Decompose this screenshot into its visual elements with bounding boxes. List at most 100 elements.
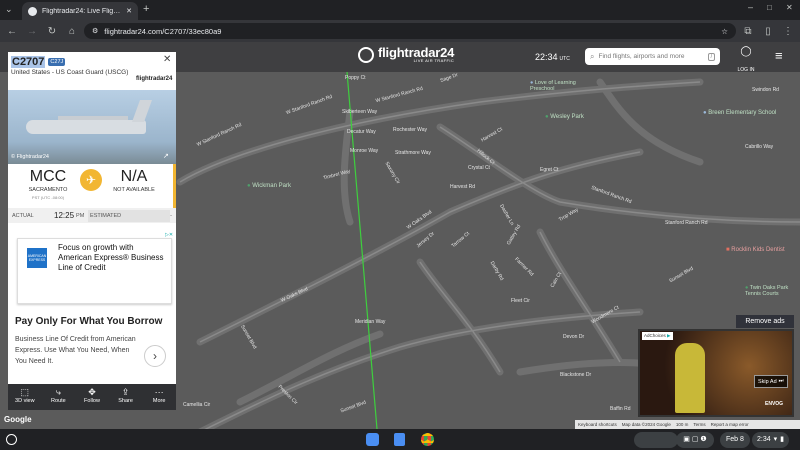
new-tab-icon[interactable]: + bbox=[143, 3, 149, 15]
tab-follow[interactable]: ✥ Follow bbox=[75, 384, 109, 410]
search-box[interactable]: ⌕ Find flights, airports and more / bbox=[585, 48, 720, 65]
street-label: Baffin Rd bbox=[610, 406, 631, 412]
tray-status-pill[interactable] bbox=[634, 432, 678, 448]
user-icon: ◯ bbox=[740, 46, 752, 57]
street-label: Cabrillo Way bbox=[745, 144, 774, 150]
home-icon[interactable]: ⌂ bbox=[64, 23, 80, 39]
route-icon: ⤷ bbox=[55, 387, 61, 397]
clock-zone: UTC bbox=[559, 56, 570, 62]
search-shortcut-key: / bbox=[707, 52, 715, 61]
street-label: Harvest Rd bbox=[450, 184, 476, 190]
poi-name: Wickman Park bbox=[252, 183, 291, 189]
tab-search-icon[interactable]: ⌄ bbox=[5, 4, 13, 15]
reload-icon[interactable]: ↻ bbox=[44, 23, 60, 39]
browser-tab[interactable]: Flightradar24: Live Flight Tracker ✕ bbox=[22, 2, 138, 20]
park-icon: ● bbox=[545, 114, 549, 120]
poi-marker[interactable]: ● Twin Oaks Park Tennis Courts bbox=[745, 285, 800, 297]
follow-icon: ✥ bbox=[88, 387, 96, 397]
os-shelf: ▣ ▢ ❶ Feb 8 2:34 ▾ ▮ bbox=[0, 430, 800, 450]
poi-marker[interactable]: ● Wickman Park bbox=[247, 183, 291, 189]
tab-label: 3D view bbox=[15, 398, 35, 404]
tab-label: Follow bbox=[84, 398, 100, 404]
system-tray[interactable]: 2:34 ▾ ▮ bbox=[752, 432, 789, 448]
close-tab-icon[interactable]: ✕ bbox=[126, 7, 132, 15]
site-info-icon[interactable]: ⚙ bbox=[92, 27, 98, 35]
fr24-logo[interactable]: flightradar24 LIVE AIR TRAFFIC bbox=[358, 46, 454, 63]
plane-icon: ✈ bbox=[80, 169, 102, 191]
close-window-icon[interactable]: ✕ bbox=[786, 3, 793, 12]
chrome-app-icon[interactable] bbox=[421, 433, 434, 446]
terms-link[interactable]: Terms bbox=[693, 422, 705, 427]
operator-name: United States - US Coast Guard (USCG) bbox=[11, 69, 129, 76]
street-label: Camellia Cir bbox=[183, 402, 211, 408]
flightradar-favicon-icon bbox=[28, 6, 37, 16]
minimize-window-icon[interactable]: – bbox=[748, 2, 753, 12]
extensions-icon[interactable]: ⧉ bbox=[740, 23, 756, 39]
street-label: Strathmore Way bbox=[395, 150, 431, 156]
report-error-link[interactable]: Report a map error bbox=[711, 422, 749, 427]
files-app-icon[interactable] bbox=[366, 433, 379, 446]
street-label: Blackstone Dr bbox=[560, 372, 592, 378]
hamburger-menu-icon[interactable]: ≡ bbox=[775, 48, 783, 63]
destination-code: N/A bbox=[120, 168, 148, 185]
wifi-icon: ▾ bbox=[773, 436, 778, 443]
tab-more[interactable]: ··· More bbox=[142, 384, 176, 410]
tab-share[interactable]: ⇪ Share bbox=[109, 384, 143, 410]
tab-3d-view[interactable]: ⬚ 3D view bbox=[8, 384, 42, 410]
street-label: Egret Ct bbox=[540, 167, 559, 173]
launcher-icon[interactable] bbox=[6, 434, 17, 445]
ad-title: Focus on growth with American Express® B… bbox=[58, 243, 164, 272]
shelf-time: 2:34 bbox=[757, 436, 771, 443]
map-data-text: Map data ©2024 Google bbox=[621, 422, 671, 427]
scale-text[interactable]: 100 m bbox=[676, 422, 689, 427]
remove-ads-button[interactable]: Remove ads bbox=[736, 315, 794, 328]
poi-marker[interactable]: ● Wesley Park bbox=[545, 114, 584, 120]
route-section: MCC SACRAMENTO PST (UTC -08:00) ✈ N/A NO… bbox=[8, 164, 176, 208]
tray-notifications[interactable]: ▣ ▢ ❶ bbox=[676, 432, 714, 448]
sponsored-ad[interactable]: ▷✕ AMERICAN EXPRESS Focus on growth with… bbox=[8, 224, 176, 384]
ad-choices[interactable]: AdChoices ▶ bbox=[642, 332, 673, 340]
side-panel-icon[interactable]: ▯ bbox=[760, 23, 776, 39]
maximize-window-icon[interactable]: □ bbox=[767, 3, 772, 12]
bookmark-star-icon[interactable]: ☆ bbox=[721, 27, 728, 36]
aircraft-image bbox=[26, 120, 146, 134]
park-icon: ● bbox=[247, 183, 251, 189]
aircraft-type-badge[interactable]: C27J bbox=[48, 58, 66, 66]
share-icon: ⇪ bbox=[121, 387, 130, 397]
aircraft-photo[interactable]: © Flightradar24 ↗ bbox=[8, 90, 176, 164]
back-icon[interactable]: ← bbox=[4, 23, 20, 39]
skip-icon: ⏭ bbox=[778, 378, 784, 384]
amex-logo: AMERICAN EXPRESS bbox=[27, 248, 47, 268]
close-panel-icon[interactable]: ✕ bbox=[163, 54, 171, 65]
photo-credit: © Flightradar24 bbox=[11, 154, 49, 160]
street-label: Stanford Ranch Rd bbox=[665, 220, 708, 226]
forward-icon[interactable]: → bbox=[24, 23, 40, 39]
chrome-menu-icon[interactable]: ⋮ bbox=[780, 23, 796, 39]
street-label: Rochester Way bbox=[393, 127, 427, 133]
adchoices-icon: ▶ bbox=[667, 333, 671, 338]
street-label: Devon Dr bbox=[563, 334, 585, 340]
url-text: flightradar24.com/C2707/33ec80a9 bbox=[104, 26, 222, 36]
skip-ad-button[interactable]: Skip Ad ⏭ bbox=[754, 375, 788, 388]
actual-time: 12:25 bbox=[54, 211, 75, 220]
poi-marker[interactable]: ■ Rocklin Kids Dentist bbox=[726, 247, 785, 253]
video-ad[interactable]: AdChoices ▶ Skip Ad ⏭ ENVOG bbox=[638, 329, 794, 417]
open-photo-icon[interactable]: ↗ bbox=[163, 152, 169, 160]
address-bar[interactable]: ⚙ flightradar24.com/C2707/33ec80a9 ☆ bbox=[84, 23, 736, 39]
shelf-date[interactable]: Feb 8 bbox=[720, 432, 750, 448]
logo-subtext: LIVE AIR TRAFFIC bbox=[413, 58, 455, 63]
poi-marker[interactable]: ● Breen Elementary School bbox=[703, 110, 798, 116]
docs-app-icon[interactable] bbox=[394, 433, 405, 446]
actual-label: ACTUAL bbox=[12, 212, 34, 219]
ad-body: Business Line Of Credit from American Ex… bbox=[15, 336, 136, 365]
street-label: Poppy Ct bbox=[345, 75, 366, 81]
tab-route[interactable]: ⤷ Route bbox=[42, 384, 76, 410]
cube-icon: ⬚ bbox=[20, 387, 30, 397]
keyboard-shortcuts-link[interactable]: Keyboard shortcuts bbox=[578, 422, 617, 427]
map-attribution: Keyboard shortcuts Map data ©2024 Google… bbox=[575, 420, 800, 429]
destination-city: NOT AVAILABLE bbox=[113, 187, 155, 193]
poi-marker[interactable]: ● Love of Learning Preschool bbox=[530, 80, 590, 92]
street-label: Crystal Ct bbox=[468, 165, 490, 171]
ad-next-icon[interactable]: › bbox=[144, 345, 166, 367]
origin-code[interactable]: MCC bbox=[18, 168, 78, 186]
